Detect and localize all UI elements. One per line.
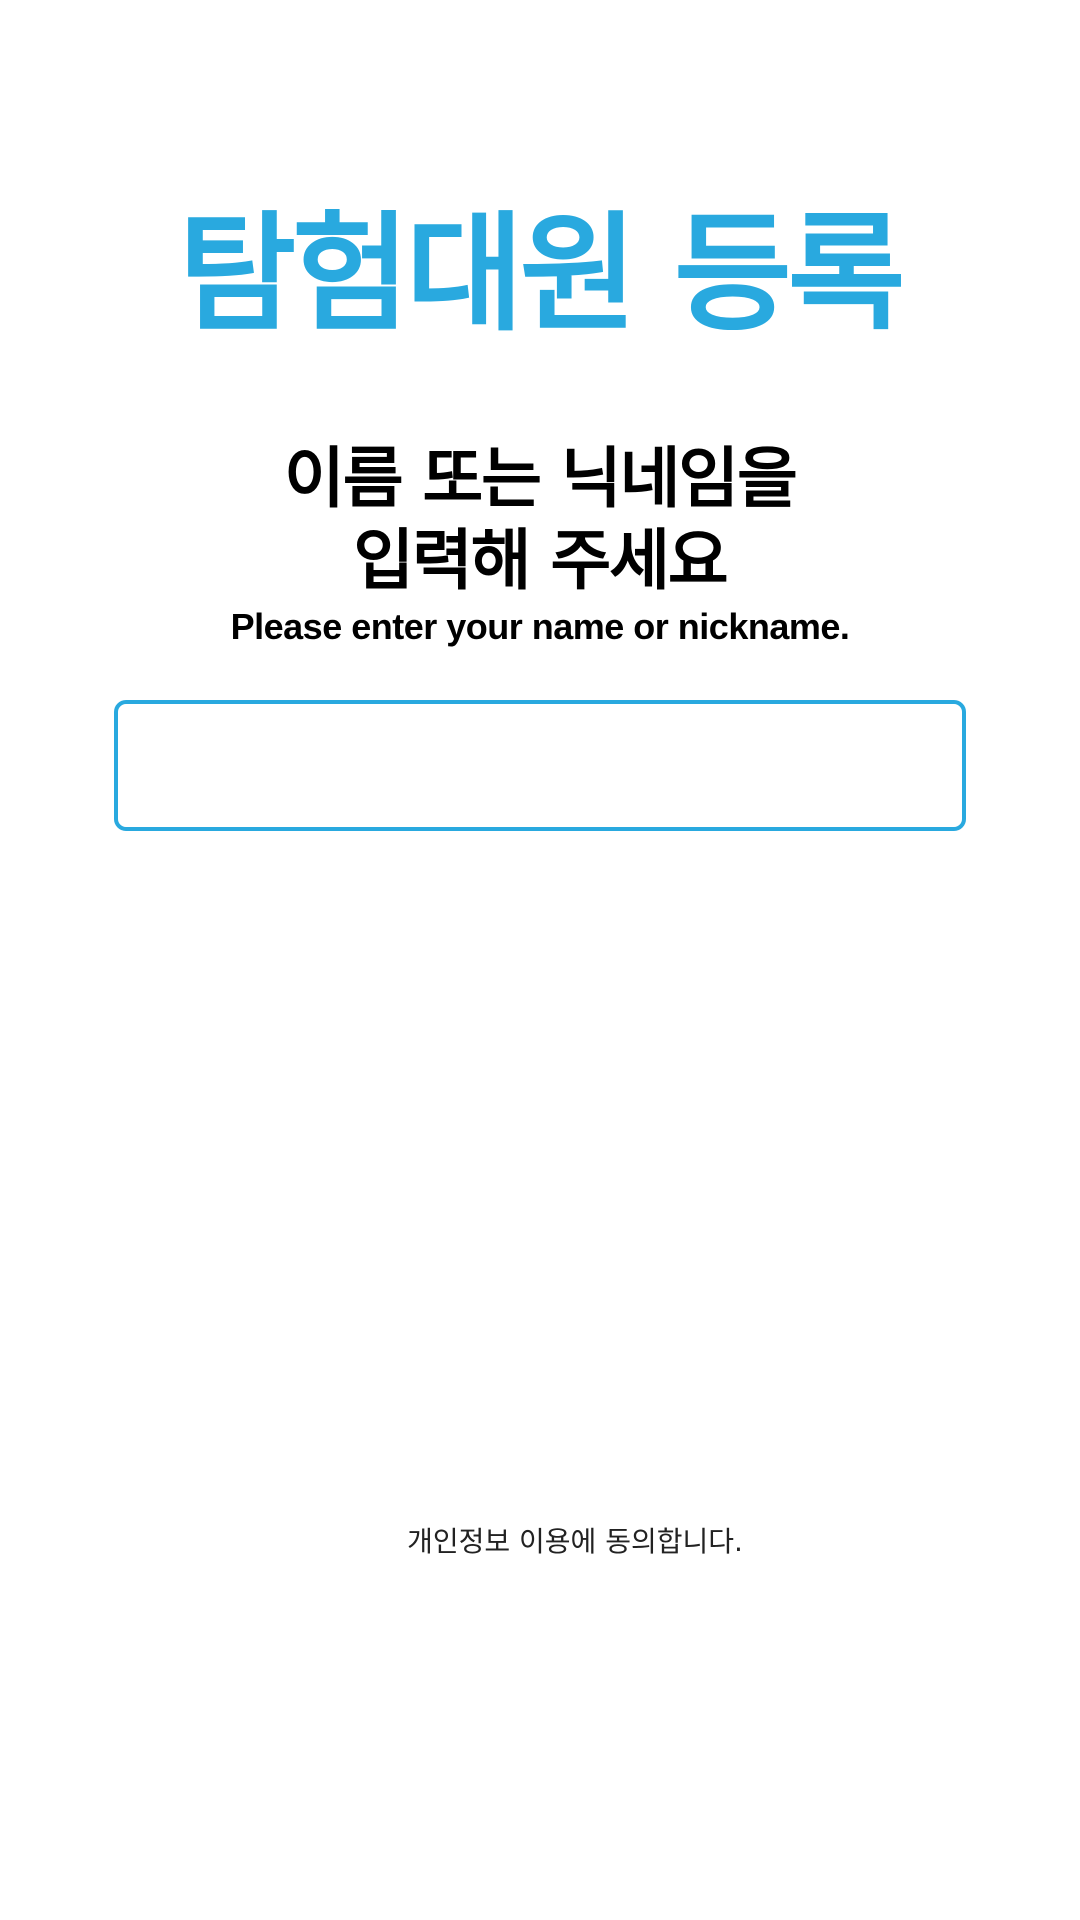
korean-prompt-line-1: 이름 또는 닉네임을 xyxy=(284,440,798,517)
privacy-consent-label[interactable]: 개인정보 이용에 동의합니다. xyxy=(0,1522,1080,1562)
page-title: 탐험대원 등록 xyxy=(178,200,905,349)
name-input[interactable] xyxy=(114,700,966,831)
korean-prompt-line-2: 입력해 주세요 xyxy=(353,522,728,599)
korean-prompt: 이름 또는 닉네임을 입력해 주세요 xyxy=(0,438,1080,602)
english-prompt: Please enter your name or nickname. xyxy=(230,606,850,647)
registration-screen: 탐험대원 등록 이름 또는 닉네임을 입력해 주세요 Please enter … xyxy=(0,0,1080,1920)
